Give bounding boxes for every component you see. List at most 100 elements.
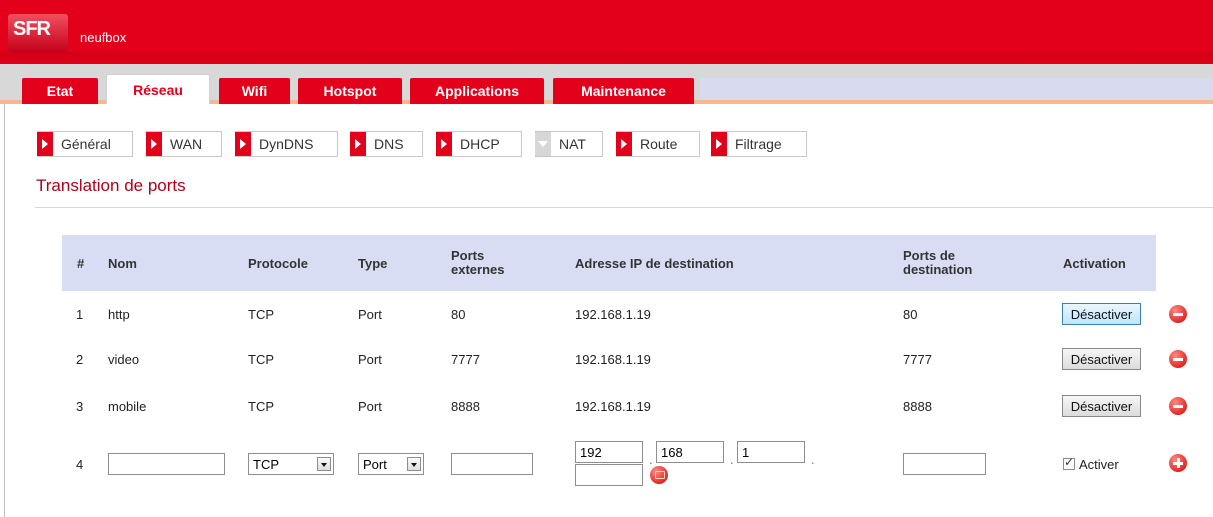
subtab-label: WAN <box>170 136 203 152</box>
col-protocole: Protocole <box>248 256 308 271</box>
tab-reseau[interactable]: Réseau <box>106 74 210 104</box>
cell-type: Port <box>358 307 382 322</box>
arrow-right-icon <box>616 132 632 156</box>
tab-label: Applications <box>434 83 519 99</box>
tab-label: Etat <box>46 83 74 99</box>
cell-type: Port <box>358 399 382 414</box>
cell-ports-ext: 8888 <box>451 399 480 414</box>
product-name: neufbox <box>80 30 127 45</box>
cell-ip: 192.168.1.19 <box>575 307 651 322</box>
ip-octet-1-input[interactable] <box>575 441 643 463</box>
chevron-down-icon <box>407 457 421 471</box>
col-nom: Nom <box>108 256 137 271</box>
protocol-select[interactable]: TCP <box>248 453 334 475</box>
cell-nom: video <box>108 352 140 367</box>
arrow-right-icon <box>711 132 727 156</box>
subtab-label: DynDNS <box>259 136 314 152</box>
activate-label: Activer <box>1079 457 1119 472</box>
subtab-nat[interactable]: NAT <box>535 131 603 157</box>
tab-maintenance[interactable]: Maintenance <box>553 78 694 104</box>
col-num: # <box>77 256 85 271</box>
col-ports-dest-1: Ports de <box>903 248 956 263</box>
cell-ports-ext: 80 <box>451 307 466 322</box>
ip-octet-3-input[interactable] <box>737 441 805 463</box>
cell-protocole: TCP <box>248 307 274 322</box>
external-ports-input[interactable] <box>451 453 533 475</box>
logo-text: SFR <box>13 18 51 40</box>
cell-type: Port <box>358 352 382 367</box>
subtab-label: Général <box>61 136 111 152</box>
tab-label: Hotspot <box>323 83 377 99</box>
type-select[interactable]: Port <box>358 453 424 475</box>
ip-separator: . <box>730 452 734 467</box>
subtab-general[interactable]: Général <box>37 131 133 157</box>
cell-num: 1 <box>76 307 84 322</box>
arrow-down-icon <box>535 132 551 156</box>
deactivate-button[interactable]: Désactiver <box>1062 348 1141 370</box>
arrow-right-icon <box>37 132 53 156</box>
cell-ports-dest: 8888 <box>903 399 932 414</box>
minus-circle-icon[interactable] <box>1169 397 1187 415</box>
subtab-dns[interactable]: DNS <box>350 131 423 157</box>
minus-circle-icon[interactable] <box>1169 350 1187 368</box>
tab-hotspot[interactable]: Hotspot <box>298 78 402 104</box>
subtab-label: Route <box>640 136 678 152</box>
cell-protocole: TCP <box>248 352 274 367</box>
cell-ip: 192.168.1.19 <box>575 352 651 367</box>
activate-checkbox[interactable] <box>1063 455 1075 470</box>
col-type: Type <box>358 256 388 271</box>
cell-ip: 192.168.1.19 <box>575 399 651 414</box>
subtab-wan[interactable]: WAN <box>146 131 222 157</box>
cell-num: 4 <box>76 457 84 472</box>
deactivate-button[interactable]: Désactiver <box>1062 395 1141 417</box>
section-title: Translation de ports <box>36 176 186 195</box>
tab-etat[interactable]: Etat <box>22 78 98 104</box>
arrow-right-icon <box>146 132 162 156</box>
arrow-right-icon <box>436 132 452 156</box>
arrow-right-icon <box>350 132 366 156</box>
ip-octet-4-input[interactable] <box>575 464 643 486</box>
chevron-down-icon <box>317 457 331 471</box>
tab-label: Wifi <box>241 83 268 99</box>
header-strip <box>0 52 1213 64</box>
subtab-dyndns[interactable]: DynDNS <box>235 131 338 157</box>
col-ip: Adresse IP de destination <box>575 256 734 271</box>
cell-protocole: TCP <box>248 399 274 414</box>
type-value: Port <box>363 456 387 472</box>
cell-num: 3 <box>76 399 84 414</box>
minus-circle-icon[interactable] <box>1169 305 1187 323</box>
plus-circle-icon[interactable] <box>1169 454 1187 472</box>
subtab-label: DHCP <box>460 136 500 152</box>
cell-ports-dest: 80 <box>903 307 918 322</box>
subtab-label: NAT <box>559 136 586 152</box>
router-icon[interactable] <box>650 466 668 484</box>
subtab-filtrage[interactable]: Filtrage <box>711 131 807 157</box>
subtab-label: Filtrage <box>735 136 782 152</box>
deactivate-button[interactable]: Désactiver <box>1062 303 1141 325</box>
col-ports-ext-2: externes <box>451 262 505 277</box>
subtab-route[interactable]: Route <box>616 131 700 157</box>
name-input[interactable] <box>108 453 225 475</box>
tab-applications[interactable]: Applications <box>410 78 544 104</box>
cell-nom: mobile <box>108 399 147 414</box>
ip-separator: . <box>649 452 653 467</box>
ip-separator: . <box>811 452 815 467</box>
ip-octet-2-input[interactable] <box>656 441 724 463</box>
tab-wifi[interactable]: Wifi <box>219 78 290 104</box>
subtab-dhcp[interactable]: DHCP <box>436 131 522 157</box>
cell-ports-dest: 7777 <box>903 352 932 367</box>
arrow-right-icon <box>235 132 251 156</box>
cell-nom: http <box>108 307 130 322</box>
tab-label: Réseau <box>133 81 183 98</box>
tab-label: Maintenance <box>581 83 666 99</box>
cell-ports-ext: 7777 <box>451 352 480 367</box>
protocol-value: TCP <box>253 456 279 472</box>
destination-ports-input[interactable] <box>903 453 986 475</box>
col-ports-ext-1: Ports <box>451 248 485 263</box>
subtab-label: DNS <box>374 136 404 152</box>
top-header: SFR neufbox <box>0 0 1213 64</box>
main-tab-band-light <box>700 78 1213 102</box>
section-divider <box>35 207 1213 208</box>
left-border <box>4 104 5 517</box>
cell-num: 2 <box>76 352 84 367</box>
